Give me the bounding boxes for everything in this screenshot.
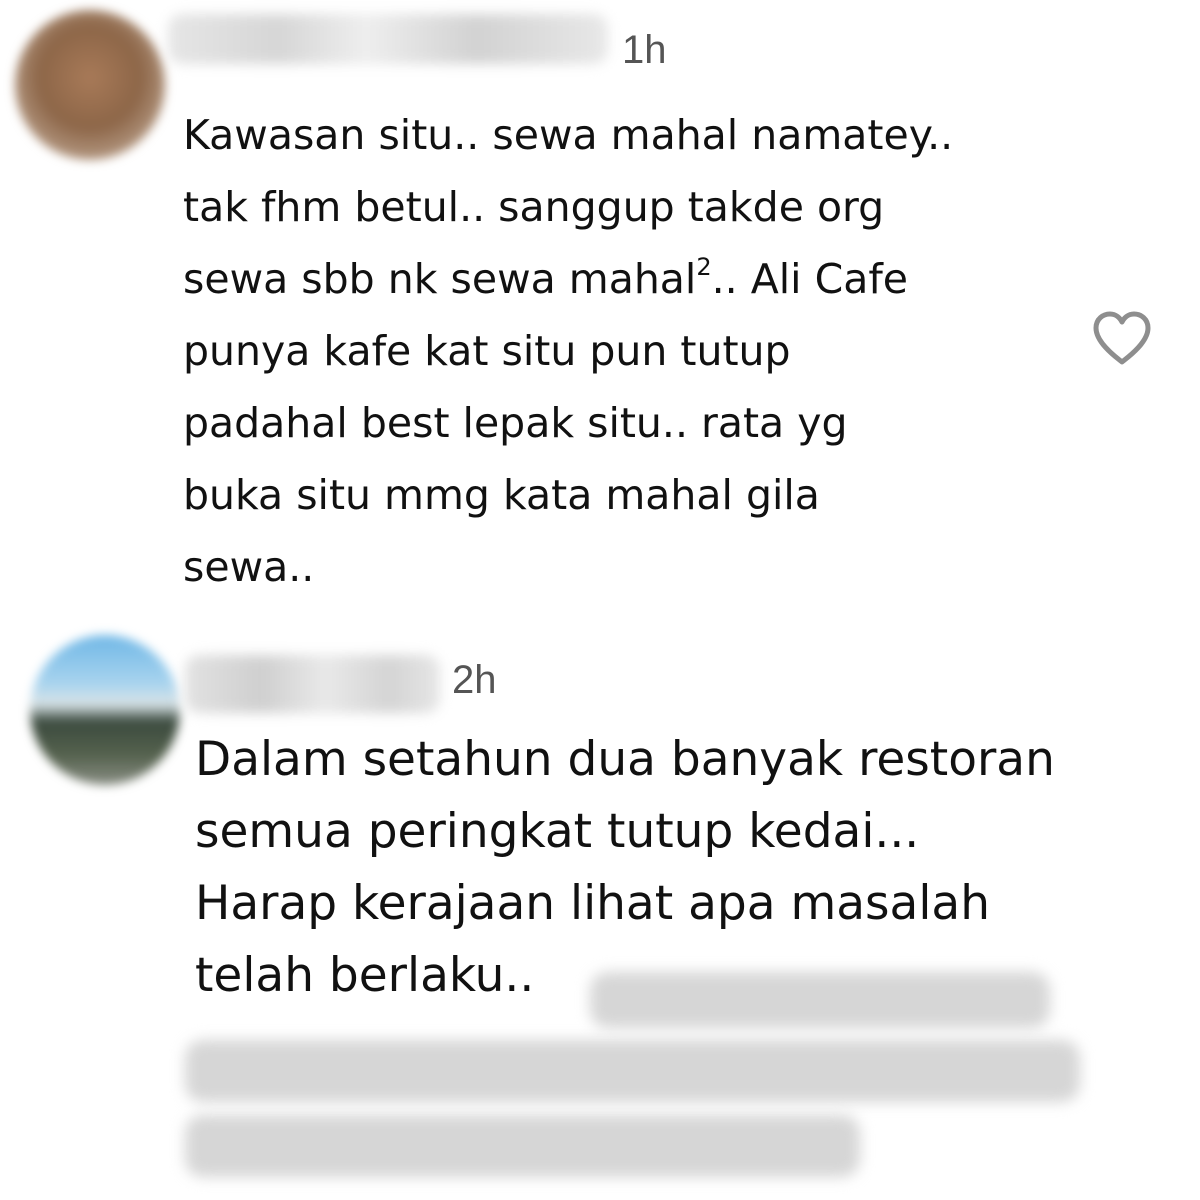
- avatar[interactable]: [15, 10, 165, 160]
- redacted-text: [590, 972, 1050, 1028]
- username-redacted[interactable]: [168, 14, 608, 64]
- comment-text: Kawasan situ.. sewa mahal namatey.. tak …: [183, 99, 953, 603]
- comment-item: 1h Kawasan situ.. sewa mahal namatey.. t…: [0, 0, 1200, 600]
- comment-line: tak fhm betul.. sanggup takde org: [183, 183, 885, 231]
- username-redacted[interactable]: [185, 655, 440, 713]
- comment-line-text: sewa sbb nk sewa mahal: [183, 255, 697, 303]
- comment-line: sewa..: [183, 543, 315, 591]
- comment-timestamp: 1h: [622, 28, 667, 72]
- comment-line: semua peringkat tutup kedai...: [195, 804, 920, 859]
- comment-timestamp: 2h: [452, 658, 497, 702]
- avatar[interactable]: [30, 635, 180, 785]
- comment-text: Dalam setahun dua banyak restoran semua …: [195, 724, 1055, 1012]
- redacted-text: [185, 1115, 860, 1177]
- comment-line: buka situ mmg kata mahal gila: [183, 471, 820, 519]
- superscript-mark: 2: [696, 253, 712, 281]
- comment-line: Dalam setahun dua banyak restoran: [195, 732, 1055, 787]
- comment-line-tail: .. Ali Cafe: [711, 255, 908, 303]
- redacted-text: [185, 1040, 1080, 1102]
- comment-line: Harap kerajaan lihat apa masalah: [195, 876, 990, 931]
- heart-outline-icon[interactable]: [1090, 310, 1154, 368]
- comment-line: Kawasan situ.. sewa mahal namatey..: [183, 111, 954, 159]
- comment-line: punya kafe kat situ pun tutup: [183, 327, 791, 375]
- comment-item: 2h Dalam setahun dua banyak restoran sem…: [0, 600, 1200, 1200]
- comment-line: sewa sbb nk sewa mahal2.. Ali Cafe: [183, 243, 953, 315]
- comment-line: padahal best lepak situ.. rata yg: [183, 399, 848, 447]
